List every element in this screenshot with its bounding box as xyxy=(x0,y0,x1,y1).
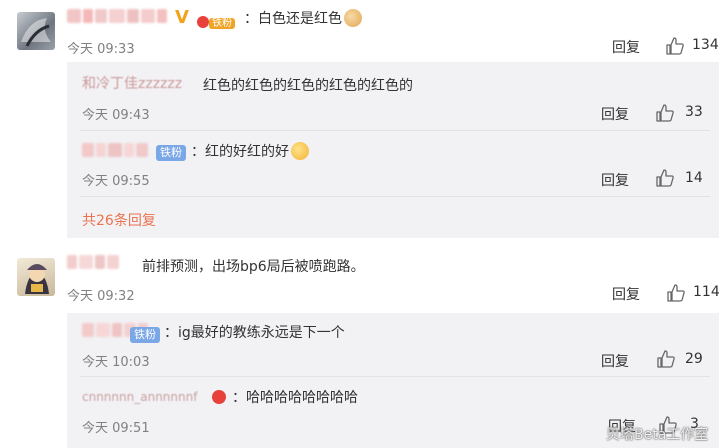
reply-username[interactable]: 和冷丁佳zzzzzz xyxy=(82,75,182,93)
reply-text: ：红的好红的好 xyxy=(191,142,309,161)
fan-badge: 铁粉 xyxy=(156,141,186,161)
thumbs-up-icon xyxy=(657,350,675,368)
like-count: 33 xyxy=(685,104,703,120)
avatar[interactable] xyxy=(17,12,55,50)
view-more-replies-link[interactable]: 共26条回复 xyxy=(82,210,156,230)
fan-badge-label: 铁粉 xyxy=(209,18,235,29)
fan-heart-icon xyxy=(212,390,226,404)
reply-text-content: ：红的好红的好 xyxy=(191,144,289,160)
comment-time: 今天 09:32 xyxy=(67,289,135,304)
reply-button[interactable]: 回复 xyxy=(612,284,640,304)
reply-divider xyxy=(80,196,710,197)
reply-button[interactable]: 回复 xyxy=(612,37,640,57)
reply-username[interactable]: cnnnnnn_annnnnnf xyxy=(82,388,197,406)
fan-badge: 铁粉 xyxy=(130,323,160,343)
reply-button[interactable]: 回复 xyxy=(601,351,629,371)
reply-button[interactable]: 回复 xyxy=(601,104,629,124)
watermark: 贝塔Beta工作室 xyxy=(606,427,709,443)
fan-badge-label: 铁粉 xyxy=(156,145,186,161)
like-button[interactable] xyxy=(655,103,675,123)
reply-time: 今天 09:55 xyxy=(82,174,150,189)
like-count: 29 xyxy=(685,351,703,367)
reply-text: ：哈哈哈哈哈哈哈哈 xyxy=(232,390,358,406)
crying-emoji-icon xyxy=(291,142,309,160)
username-blurred[interactable] xyxy=(82,142,154,158)
avatar-image xyxy=(25,264,49,294)
reply-time: 今天 09:51 xyxy=(82,421,150,436)
thumbs-up-icon xyxy=(656,104,674,122)
reply-time: 今天 10:03 xyxy=(82,355,150,370)
like-button[interactable] xyxy=(665,36,685,56)
comment-time: 今天 09:33 xyxy=(67,42,135,57)
fan-badge-label: 铁粉 xyxy=(130,327,160,343)
like-button[interactable] xyxy=(655,168,675,188)
reply-text: ：ig最好的教练永远是下一个 xyxy=(164,325,345,341)
comment-text: 前排预测，出场bp6局后被喷跑路。 xyxy=(142,259,365,275)
like-count: 14 xyxy=(685,170,703,186)
reply-divider xyxy=(80,376,710,377)
username-blurred[interactable] xyxy=(67,254,131,270)
reply-text: 红色的红色的红色的红色的红色的 xyxy=(203,78,413,94)
avatar-image xyxy=(21,18,51,47)
like-count: 114 xyxy=(693,284,720,300)
verified-v-icon: V xyxy=(175,7,189,28)
thumbs-up-icon xyxy=(656,169,674,187)
fan-heart-icon xyxy=(197,16,209,28)
reply-time: 今天 09:43 xyxy=(82,108,150,123)
username-blurred[interactable] xyxy=(67,8,172,24)
like-button[interactable] xyxy=(666,283,686,303)
comment-text-content: ：白色还是红色 xyxy=(244,11,342,27)
reply-divider xyxy=(80,130,710,131)
comment-text: ：白色还是红色 xyxy=(244,9,362,28)
dog-emoji-icon xyxy=(344,9,362,27)
reply-button[interactable]: 回复 xyxy=(601,170,629,190)
avatar[interactable] xyxy=(17,258,55,296)
thumbs-up-icon xyxy=(667,284,685,302)
like-button[interactable] xyxy=(656,349,676,369)
thumbs-up-icon xyxy=(666,37,684,55)
fan-badge: 铁粉 xyxy=(197,11,235,31)
like-count: 134 xyxy=(692,37,719,53)
